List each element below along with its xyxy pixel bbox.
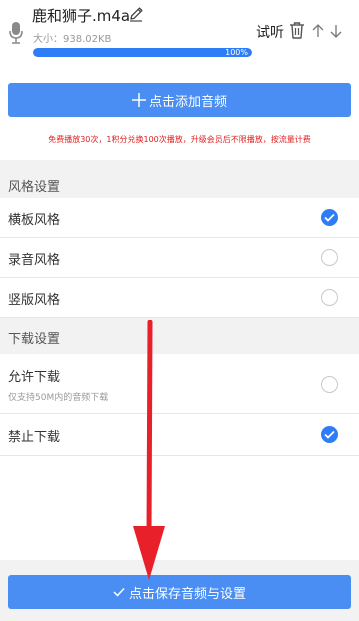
check-icon [113, 587, 125, 597]
radio-unchecked-icon[interactable] [321, 249, 338, 266]
play-quota-notice: 免费播放30次，1积分兑换100次播放，升级会员后不限播放，按流量计费 [48, 135, 311, 144]
file-size: 大小：938.02KB [33, 34, 112, 45]
upload-progress-bar: 100% [33, 48, 252, 57]
save-settings-label: 点击保存音频与设置 [128, 586, 246, 602]
microphone-icon [9, 22, 23, 44]
plus-icon [131, 93, 146, 107]
radio-unchecked-icon[interactable] [321, 289, 338, 306]
add-audio-button[interactable]: 点击添加音频 [8, 83, 351, 117]
option-label: 允许下载 [8, 370, 61, 385]
arrow-up-icon[interactable] [312, 24, 324, 38]
style-option-recording[interactable]: 录音风格 [0, 238, 359, 278]
file-name: 鹿和狮子.m4a [32, 7, 131, 25]
add-audio-label: 点击添加音频 [148, 94, 227, 110]
radio-unchecked-icon[interactable] [321, 376, 338, 393]
download-section-header: 下载设置 [0, 322, 359, 358]
option-hint: 仅支持50M内的音频下载 [8, 393, 109, 403]
upload-progress-text: 100% [225, 48, 248, 57]
download-option-allow[interactable]: 允许下载 仅支持50M内的音频下载 [0, 354, 359, 414]
option-label: 禁止下载 [8, 430, 61, 445]
save-settings-button[interactable]: 点击保存音频与设置 [8, 575, 351, 609]
style-section-title: 风格设置 [8, 180, 61, 195]
download-section-title: 下载设置 [8, 332, 61, 347]
radio-checked-icon[interactable] [321, 426, 338, 443]
pencil-icon[interactable] [128, 6, 144, 22]
preview-button[interactable]: 试听 [256, 22, 284, 42]
option-label: 竖版风格 [8, 293, 61, 308]
style-option-landscape[interactable]: 横板风格 [0, 198, 359, 238]
radio-checked-icon[interactable] [321, 209, 338, 226]
download-option-deny[interactable]: 禁止下载 [0, 414, 359, 456]
trash-icon[interactable] [289, 22, 305, 39]
option-label: 横板风格 [8, 213, 61, 228]
audio-file-row: 鹿和狮子.m4a 大小：938.02KB 100% 试听 [0, 0, 359, 66]
option-label: 录音风格 [8, 253, 61, 268]
arrow-down-icon[interactable] [330, 24, 342, 38]
notice-divider [0, 160, 359, 170]
style-option-portrait[interactable]: 竖版风格 [0, 278, 359, 318]
